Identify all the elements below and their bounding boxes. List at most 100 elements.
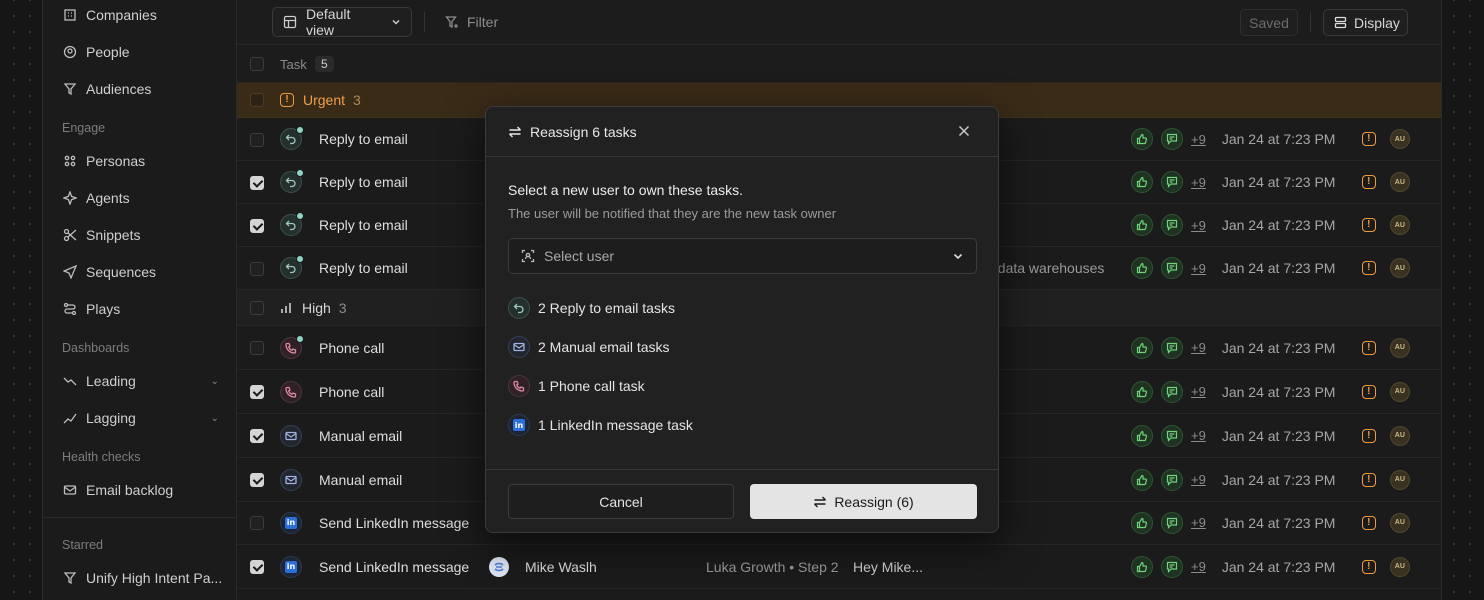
due-date: Jan 24 at 7:23 PM — [1221, 339, 1336, 356]
thumbs-up-icon[interactable] — [1131, 380, 1153, 403]
message-icon[interactable] — [1161, 336, 1183, 359]
grid-icon — [63, 154, 77, 168]
avatar[interactable]: AU — [1389, 512, 1410, 533]
avatar[interactable]: AU — [1389, 258, 1410, 278]
message-icon[interactable] — [1161, 128, 1183, 150]
sidebar-item-audiences[interactable]: Audiences — [43, 77, 237, 101]
display-button[interactable]: Display — [1323, 9, 1408, 36]
avatar[interactable]: AU — [1389, 381, 1410, 402]
contact-name[interactable]: Mike Waslh — [525, 559, 597, 575]
message-icon[interactable] — [1161, 171, 1183, 193]
select-user-dropdown[interactable]: Select user — [508, 238, 977, 274]
more-count-link[interactable]: +9 — [1191, 384, 1206, 399]
sidebar-item-personas[interactable]: Personas — [43, 149, 237, 173]
sidebar-item-people[interactable]: People — [43, 40, 237, 64]
select-all-checkbox[interactable] — [250, 57, 264, 71]
thumbs-up-icon[interactable] — [1131, 555, 1153, 578]
avatar[interactable]: AU — [1389, 172, 1410, 192]
message-icon[interactable] — [1161, 214, 1183, 236]
sidebar: Companies People Audiences Engage Person… — [43, 0, 237, 600]
sidebar-item-companies[interactable]: Companies — [43, 3, 237, 27]
more-count-link[interactable]: +9 — [1191, 175, 1206, 190]
message-icon[interactable] — [1161, 555, 1183, 578]
row-checkbox[interactable] — [250, 261, 264, 276]
more-count-link[interactable]: +9 — [1191, 559, 1206, 574]
table-row[interactable]: in Send LinkedIn message Mike Waslh Luka Gr… — [237, 545, 1441, 589]
row-checkbox[interactable] — [250, 560, 264, 574]
chevron-down-icon[interactable]: ⌄ — [211, 413, 219, 424]
sidebar-divider — [43, 517, 237, 518]
chevron-down-icon[interactable]: ⌄ — [211, 376, 219, 387]
sidebar-item-plays[interactable]: Plays — [43, 297, 237, 321]
row-checkbox[interactable] — [250, 385, 264, 399]
sidebar-item-lagging[interactable]: Lagging ⌄ — [43, 406, 237, 430]
sidebar-item-snippets[interactable]: Snippets — [43, 223, 237, 247]
group-checkbox[interactable] — [250, 93, 264, 107]
more-count-link[interactable]: +9 — [1191, 515, 1206, 530]
thumbs-up-icon[interactable] — [1131, 171, 1153, 193]
group-checkbox[interactable] — [250, 301, 264, 315]
message-icon[interactable] — [1161, 257, 1183, 279]
user-scan-icon — [521, 249, 535, 263]
sidebar-item-leading[interactable]: Leading ⌄ — [43, 369, 237, 393]
more-count-link[interactable]: +9 — [1191, 340, 1206, 355]
sidebar-item-label: Personas — [86, 153, 146, 169]
sidebar-item-agents[interactable]: Agents — [43, 186, 237, 210]
row-checkbox[interactable] — [250, 516, 264, 530]
row-checkbox[interactable] — [250, 429, 264, 443]
group-count: 3 — [353, 92, 361, 108]
group-label: High 3 — [280, 300, 347, 316]
row-meta: +9 Jan 24 at 7:23 PM! AU — [1131, 545, 1410, 588]
group-count: 3 — [338, 299, 347, 316]
thumbs-up-icon[interactable] — [1131, 424, 1153, 447]
reply-icon — [280, 169, 304, 193]
group-title: High — [302, 299, 331, 316]
view-selector[interactable]: Default view — [272, 6, 412, 38]
row-extra-text: al data warehouses — [983, 260, 1105, 276]
urgent-icon: ! — [1361, 515, 1376, 530]
row-checkbox[interactable] — [250, 473, 264, 487]
thumbs-up-icon[interactable] — [1131, 214, 1153, 236]
table-icon — [283, 15, 297, 29]
avatar[interactable]: AU — [1389, 425, 1410, 446]
more-count-link[interactable]: +9 — [1191, 472, 1206, 487]
thumbs-up-icon[interactable] — [1131, 336, 1153, 359]
row-checkbox[interactable] — [250, 341, 264, 355]
thumbs-up-icon[interactable] — [1131, 257, 1153, 279]
filter-button[interactable]: Filter — [445, 14, 498, 30]
thumbs-up-icon[interactable] — [1131, 468, 1153, 491]
sidebar-item-sequences[interactable]: Sequences — [43, 260, 237, 284]
avatar[interactable]: AU — [1389, 469, 1410, 490]
avatar[interactable]: AU — [1389, 337, 1410, 358]
more-count-link[interactable]: +9 — [1191, 261, 1206, 276]
filter-icon — [63, 82, 77, 96]
thumbs-up-icon[interactable] — [1131, 128, 1153, 150]
message-icon[interactable] — [1161, 380, 1183, 403]
row-checkbox[interactable] — [250, 175, 264, 190]
more-count-link[interactable]: +9 — [1191, 428, 1206, 443]
avatar[interactable]: AU — [1389, 556, 1410, 577]
message-icon[interactable] — [1161, 511, 1183, 534]
filter-add-icon — [445, 15, 459, 29]
row-meta: +9 Jan 24 at 7:23 PM! AU — [1131, 458, 1410, 501]
display-label: Display — [1354, 14, 1400, 31]
urgent-icon: ! — [1361, 340, 1376, 355]
more-count-link[interactable]: +9 — [1191, 218, 1206, 233]
message-icon[interactable] — [1161, 468, 1183, 491]
avatar[interactable]: AU — [1389, 129, 1410, 149]
sidebar-item-starred-view[interactable]: Unify High Intent Pa... — [43, 566, 237, 590]
sidebar-item-email-backlog[interactable]: Email backlog — [43, 478, 237, 502]
filter-icon — [63, 571, 77, 585]
reassign-modal: Reassign 6 tasks Select a new user to ow… — [485, 106, 999, 533]
thumbs-up-icon[interactable] — [1131, 511, 1153, 534]
row-checkbox[interactable] — [250, 132, 264, 147]
close-icon[interactable] — [956, 123, 972, 139]
row-checkbox[interactable] — [250, 218, 264, 233]
cancel-button[interactable]: Cancel — [508, 484, 734, 519]
urgent-icon: ! — [1361, 428, 1376, 443]
message-icon[interactable] — [1161, 424, 1183, 447]
more-count-link[interactable]: +9 — [1191, 132, 1206, 147]
avatar[interactable]: AU — [1389, 215, 1410, 235]
saved-button[interactable]: Saved — [1240, 9, 1298, 36]
reassign-button[interactable]: Reassign (6) — [750, 484, 977, 519]
